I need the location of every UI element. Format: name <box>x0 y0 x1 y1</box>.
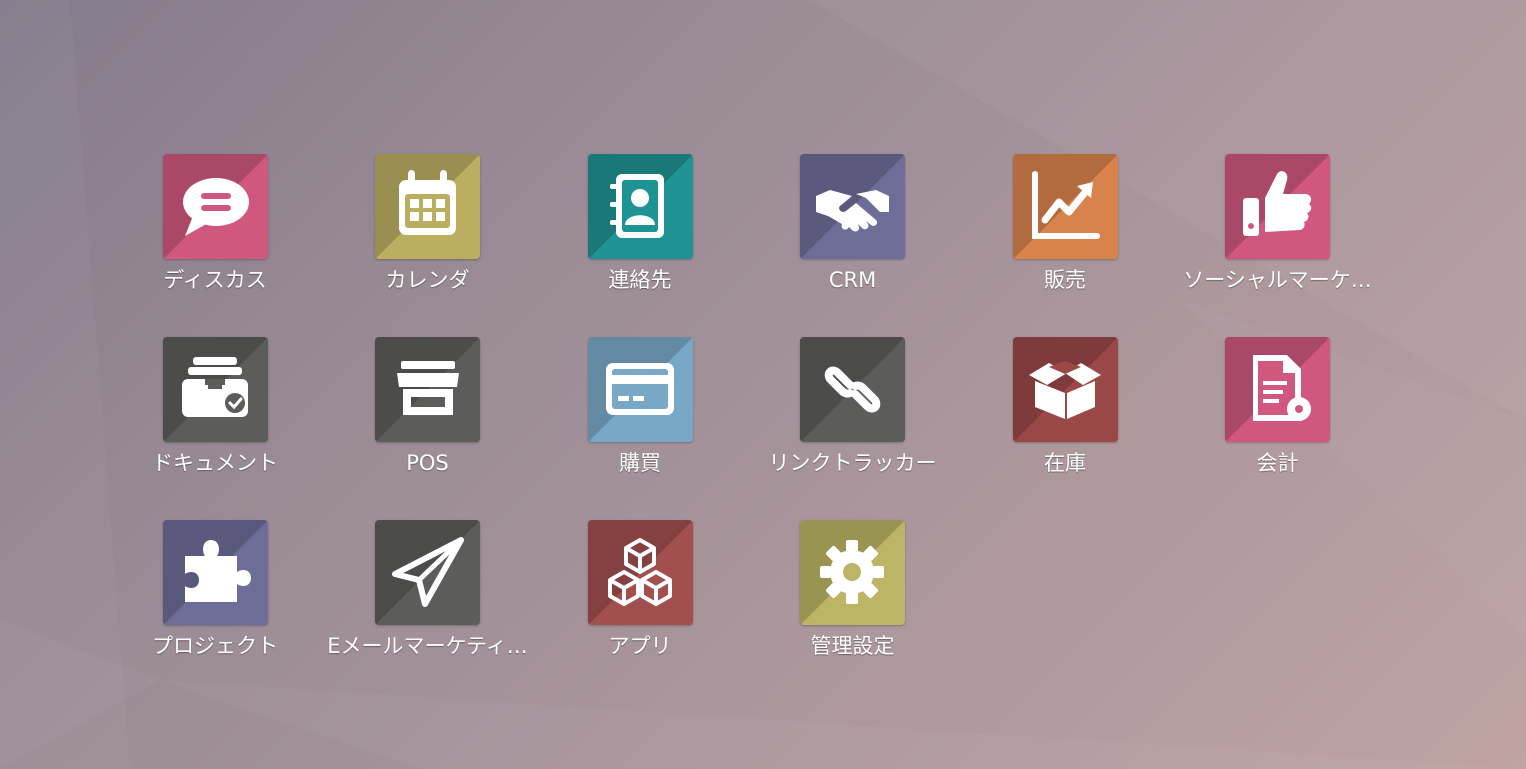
app-tile <box>587 520 693 625</box>
app-label: カレンダ <box>385 268 470 292</box>
app-tile <box>587 154 693 259</box>
app-label: POS <box>406 451 449 475</box>
app-calendar[interactable]: カレンダ <box>343 154 513 337</box>
app-grid: ディスカス カレンダ 連絡先 CRM 販売 ソーシャルマーケ… ドキュメント P… <box>130 154 1372 703</box>
app-documents[interactable]: ドキュメント <box>130 337 300 520</box>
app-tile <box>375 520 480 625</box>
cubes-icon <box>607 538 672 606</box>
handshake-icon <box>816 190 889 232</box>
app-label: Eメールマーケティ… <box>327 634 528 658</box>
app-tile <box>1225 337 1330 442</box>
app-contacts[interactable]: 連絡先 <box>555 154 725 337</box>
app-crm[interactable]: CRM <box>768 154 938 337</box>
app-label: ソーシャルマーケ… <box>1183 268 1372 292</box>
app-pos[interactable]: POS <box>343 337 513 520</box>
app-tile <box>800 520 905 625</box>
app-label: 購買 <box>619 451 661 475</box>
app-label: ディスカス <box>163 268 267 292</box>
app-discuss[interactable]: ディスカス <box>130 154 300 337</box>
paper-plane-icon <box>392 537 464 607</box>
app-label: 連絡先 <box>608 268 672 292</box>
app-tile <box>800 154 905 259</box>
sales-chart-icon <box>1031 171 1100 239</box>
link-icon <box>824 366 881 413</box>
app-label: ドキュメント <box>152 451 278 475</box>
app-tile <box>1225 154 1330 259</box>
app-tile <box>1012 337 1118 442</box>
gear-icon <box>820 540 884 604</box>
puzzle-icon <box>184 540 251 602</box>
app-tile <box>162 520 268 625</box>
app-apps[interactable]: アプリ <box>555 520 725 703</box>
app-label: アプリ <box>608 634 672 658</box>
app-link-tracker[interactable]: リンクトラッカー <box>768 337 938 520</box>
box-icon <box>1028 361 1101 419</box>
app-inventory[interactable]: 在庫 <box>980 337 1150 520</box>
app-purchase[interactable]: 購買 <box>555 337 725 520</box>
app-sales[interactable]: 販売 <box>980 154 1150 337</box>
store-icon <box>397 361 459 415</box>
app-tile <box>375 337 480 442</box>
app-tile <box>1012 154 1118 259</box>
credit-card-icon <box>605 363 674 415</box>
app-tile <box>162 337 268 442</box>
document-tray-icon <box>181 357 248 417</box>
app-tile <box>800 337 905 442</box>
app-label: 販売 <box>1044 268 1086 292</box>
app-email-marketing[interactable]: Eメールマーケティ… <box>327 520 528 703</box>
app-label: 管理設定 <box>810 634 895 658</box>
app-project[interactable]: プロジェクト <box>130 520 300 703</box>
invoice-gear-icon <box>1253 355 1311 421</box>
app-tile <box>587 337 693 442</box>
app-social-marketing[interactable]: ソーシャルマーケ… <box>1183 154 1372 337</box>
app-label: リンクトラッカー <box>768 451 937 475</box>
app-label: プロジェクト <box>152 634 278 658</box>
app-settings[interactable]: 管理設定 <box>768 520 938 703</box>
app-label: CRM <box>828 268 877 292</box>
calendar-icon <box>399 170 456 235</box>
thumbs-up-icon <box>1243 171 1312 236</box>
address-book-icon <box>609 174 664 238</box>
app-accounting[interactable]: 会計 <box>1193 337 1363 520</box>
app-label: 在庫 <box>1044 451 1086 475</box>
app-tile <box>375 154 480 259</box>
chat-bubble-icon <box>182 178 249 236</box>
app-label: 会計 <box>1256 451 1299 475</box>
app-tile <box>162 154 268 259</box>
